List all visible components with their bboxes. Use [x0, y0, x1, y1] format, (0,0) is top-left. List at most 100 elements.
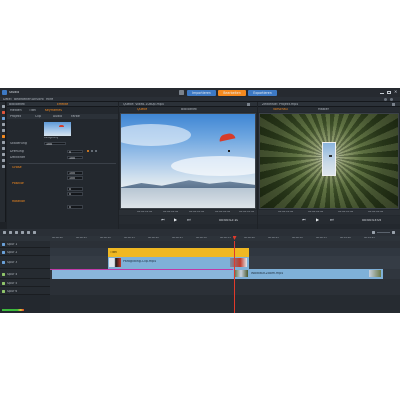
source-ruler[interactable]: 00:00:01:00 00:00:02:00 00:00:03:00 00:0… — [119, 210, 257, 215]
track-header[interactable]: Spur 1 — [0, 241, 50, 248]
track-header[interactable]: Spur 4 — [0, 269, 50, 279]
skip-back-icon[interactable]: ⏮ — [161, 218, 165, 222]
ruler-label: 00:00:01:00 — [278, 211, 294, 213]
panel-menu-icon[interactable] — [392, 103, 395, 106]
tab-bibliothek[interactable]: Bibliothek — [181, 108, 197, 111]
keyframe-dot-icon[interactable] — [91, 150, 93, 152]
tab-projekt[interactable]: Projekt — [10, 115, 21, 118]
skip-back-icon[interactable]: ⏮ — [302, 218, 306, 222]
panel-menu-icon[interactable] — [247, 103, 250, 106]
track-name: Spur 6 — [7, 289, 18, 293]
tab-medien[interactable]: Medien — [10, 109, 22, 112]
tab-bearbeiten[interactable]: Bearbeiten — [218, 89, 246, 96]
file-tabs: Projekt Clip Audio Farbe — [7, 114, 118, 119]
tab-vorschau[interactable]: Vorschau — [273, 108, 288, 111]
timeline-clip[interactable]: Waldlauf-Zoom.mp4 — [233, 269, 383, 279]
title-bar: Studio Importieren Bearbeiten Exportiere… — [0, 88, 400, 97]
source-preview[interactable] — [120, 113, 256, 209]
tab-importieren[interactable]: Importieren — [187, 89, 216, 96]
zoom-out-icon[interactable] — [372, 231, 375, 234]
track-lane[interactable] — [50, 279, 400, 287]
redo-icon[interactable] — [33, 231, 36, 234]
tab-quelle[interactable]: Quelle — [137, 108, 147, 111]
clip-thumbnail — [230, 258, 247, 267]
timeline-clip[interactable]: Paragliding-Clip.mp4 — [108, 256, 249, 269]
track-header[interactable]: Spur 5 — [0, 279, 50, 287]
tool-mask-icon[interactable] — [1, 159, 5, 162]
tab-exportieren[interactable]: Exportieren — [248, 89, 277, 96]
menu-item-ansicht[interactable]: Ansicht — [32, 98, 44, 101]
keyframe-dot-icon[interactable] — [95, 150, 97, 152]
play-icon[interactable]: ▶ — [174, 218, 177, 222]
size-field[interactable]: 100 — [67, 171, 83, 175]
picture-in-picture-frame[interactable] — [322, 142, 336, 176]
menu-item-datei[interactable]: Datei — [3, 98, 12, 101]
playhead[interactable] — [234, 241, 235, 313]
minimize-icon[interactable] — [380, 92, 384, 94]
home-icon[interactable] — [179, 90, 184, 95]
track-lane[interactable] — [50, 241, 400, 248]
help-icon[interactable] — [390, 98, 393, 101]
player-title: Zeitleiste: Projekt.mp4 — [262, 103, 299, 106]
prop-field[interactable]: 100 — [44, 141, 66, 145]
track-header[interactable]: Spur 3 — [0, 256, 50, 269]
tool-audio-icon[interactable] — [1, 123, 5, 126]
tool-effects-icon[interactable] — [1, 141, 5, 144]
trash-icon[interactable] — [9, 231, 12, 234]
marker-icon[interactable] — [21, 231, 24, 234]
zoom-in-icon[interactable] — [392, 231, 395, 234]
maximize-icon[interactable] — [387, 90, 391, 94]
size-field[interactable]: 100 — [67, 176, 83, 180]
video-editor-window: Studio Importieren Bearbeiten Exportiere… — [0, 88, 400, 313]
tool-speed-icon[interactable] — [1, 147, 5, 150]
track-header[interactable]: Spur 2 — [0, 248, 50, 256]
skip-forward-icon[interactable]: ⏭ — [330, 218, 334, 222]
prop-label: Drehung — [10, 150, 24, 153]
tab-effekte[interactable]: Effekte — [57, 103, 68, 106]
undo-icon[interactable] — [27, 231, 30, 234]
menu-item-bearbeiten[interactable]: Bearbeiten — [14, 98, 32, 101]
player-tabs: Vorschau Master — [258, 107, 400, 112]
ruler-label: 00:00:10 — [100, 237, 111, 239]
zoom-slider[interactable] — [377, 232, 390, 233]
menu-item-hilfe[interactable]: Hilfe — [46, 98, 53, 101]
tab-farbe[interactable]: Farbe — [71, 115, 80, 118]
rotation-field[interactable]: 0 — [67, 205, 83, 209]
tool-color-icon[interactable] — [1, 117, 5, 120]
left-tool-strip — [0, 102, 6, 222]
prop-field[interactable]: 0 — [67, 149, 83, 153]
app-name: Studio — [9, 91, 20, 94]
tab-audio[interactable]: Audio — [53, 115, 62, 118]
close-icon[interactable]: ✕ — [394, 90, 397, 94]
timeline-preview[interactable] — [259, 113, 399, 209]
track-header[interactable]: Spur 6 — [0, 287, 50, 295]
tab-titel[interactable]: Titel — [29, 109, 36, 112]
play-icon[interactable]: ▶ — [316, 218, 319, 222]
settings-gear-icon[interactable] — [384, 98, 387, 101]
ruler-label: 00:00:45 — [268, 237, 279, 239]
position-field[interactable]: 0 — [67, 192, 83, 196]
prop-field[interactable]: 100 — [67, 155, 83, 159]
snap-icon[interactable] — [15, 231, 18, 234]
tool-transition-icon[interactable] — [1, 135, 5, 138]
tool-text-icon[interactable] — [1, 129, 5, 132]
tool-keyframe-icon[interactable] — [1, 165, 5, 168]
audio-clip[interactable] — [52, 269, 233, 279]
tab-master[interactable]: Master — [318, 108, 329, 111]
ruler-label: 00:00:35 — [220, 237, 231, 239]
tool-select-icon[interactable] — [1, 105, 5, 108]
tab-keyframes[interactable]: Keyframes — [45, 109, 62, 112]
tab-clip[interactable]: Clip — [35, 115, 41, 118]
keyframe-dot-icon[interactable] — [87, 150, 89, 152]
track-lane[interactable] — [50, 287, 400, 295]
prop-label: Skalierung — [10, 142, 27, 145]
timeline-player-ruler[interactable]: 00:00:01:00 00:00:02:00 00:00:03:00 00:0… — [258, 210, 400, 215]
tool-stabilize-icon[interactable] — [1, 153, 5, 156]
timeline-clip[interactable]: Titel — [108, 248, 249, 256]
skip-forward-icon[interactable]: ⏭ — [187, 218, 191, 222]
tool-crop-icon[interactable] — [1, 111, 5, 114]
clip-thumbnail[interactable] — [44, 122, 71, 136]
razor-icon[interactable] — [3, 231, 6, 234]
position-field[interactable]: 0 — [67, 187, 83, 191]
tab-bibliothek[interactable]: Bibliothek — [9, 103, 25, 106]
